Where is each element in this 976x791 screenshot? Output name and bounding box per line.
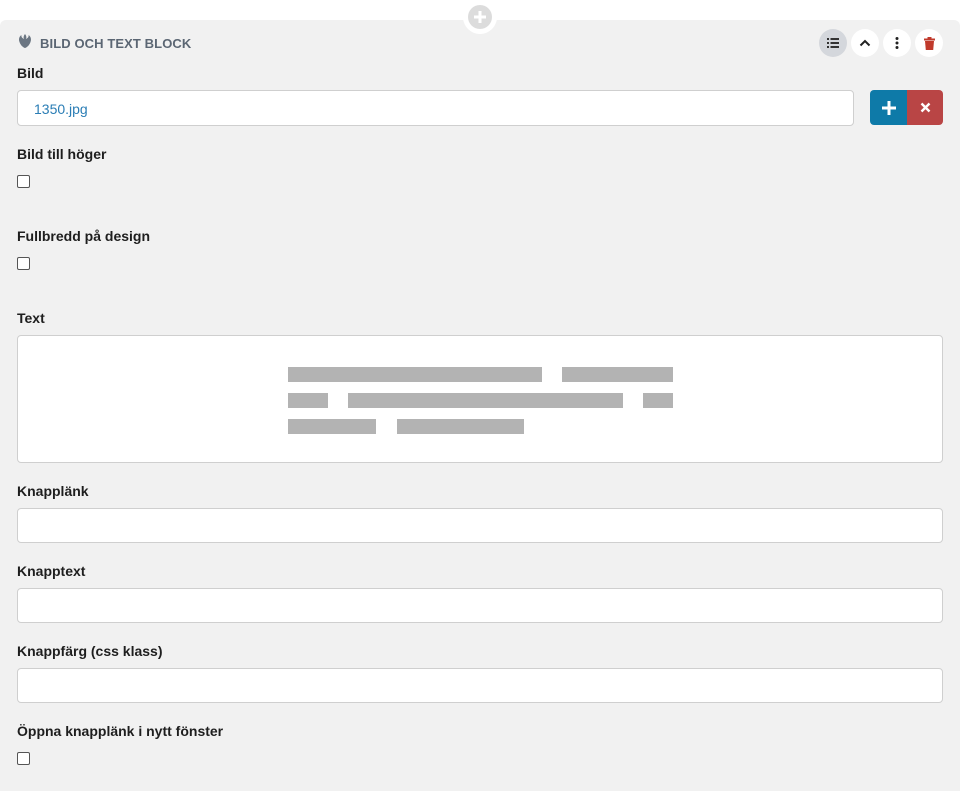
text-placeholder-bar bbox=[288, 419, 376, 434]
image-file-field[interactable]: 1350.jpg bbox=[17, 90, 854, 126]
button-link-input[interactable] bbox=[17, 508, 943, 543]
remove-image-button[interactable] bbox=[907, 90, 943, 125]
button-text-input[interactable] bbox=[17, 588, 943, 623]
open-new-window-label: Öppna knapplänk i nytt fönster bbox=[17, 723, 224, 739]
list-icon bbox=[827, 38, 839, 48]
button-link-label: Knapplänk bbox=[17, 483, 89, 499]
image-right-checkbox[interactable] bbox=[17, 175, 30, 188]
list-view-button[interactable] bbox=[819, 29, 847, 57]
image-file-link[interactable]: 1350.jpg bbox=[34, 101, 88, 117]
block-toolbar bbox=[819, 29, 943, 57]
block-header: BILD OCH TEXT BLOCK bbox=[17, 33, 191, 53]
full-width-checkbox[interactable] bbox=[17, 257, 30, 270]
collapse-button[interactable] bbox=[851, 29, 879, 57]
more-options-button[interactable] bbox=[883, 29, 911, 57]
plus-icon bbox=[881, 100, 896, 115]
block-title: BILD OCH TEXT BLOCK bbox=[40, 35, 192, 51]
full-width-label: Fullbredd på design bbox=[17, 228, 151, 244]
button-color-input[interactable] bbox=[17, 668, 943, 703]
chevron-up-icon bbox=[859, 39, 871, 47]
image-right-label: Bild till höger bbox=[17, 146, 107, 162]
text-placeholder-bar bbox=[397, 419, 524, 434]
add-image-button[interactable] bbox=[870, 90, 907, 125]
button-text-label: Knapptext bbox=[17, 563, 86, 579]
button-color-label: Knappfärg (css klass) bbox=[17, 643, 163, 659]
vertical-dots-icon bbox=[895, 37, 899, 49]
plus-icon bbox=[468, 5, 492, 29]
text-placeholder-bar bbox=[288, 367, 542, 382]
add-block-button[interactable] bbox=[463, 0, 497, 34]
text-editor[interactable] bbox=[17, 335, 943, 463]
rebel-alliance-icon bbox=[17, 33, 33, 54]
delete-block-button[interactable] bbox=[915, 29, 943, 57]
image-label: Bild bbox=[17, 65, 44, 81]
close-icon bbox=[920, 102, 930, 113]
trash-icon bbox=[923, 36, 935, 50]
text-label: Text bbox=[17, 310, 45, 326]
text-placeholder-bar bbox=[288, 393, 328, 408]
text-placeholder-bar bbox=[562, 367, 673, 382]
open-new-window-checkbox[interactable] bbox=[17, 752, 30, 765]
text-placeholder-bar bbox=[643, 393, 673, 408]
text-placeholder-bar bbox=[348, 393, 623, 408]
